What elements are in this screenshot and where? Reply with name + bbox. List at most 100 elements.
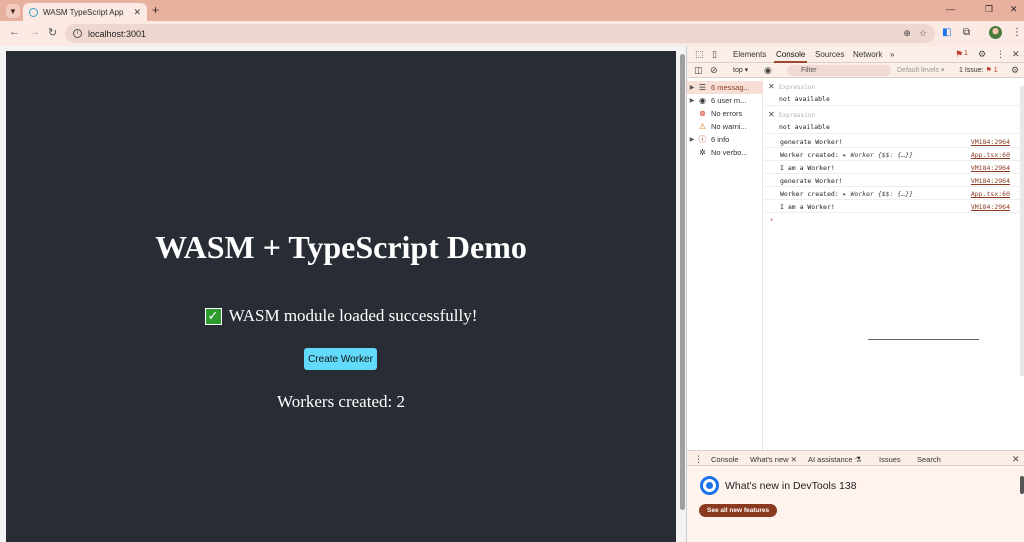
log-source-link[interactable]: VM184:2964	[971, 164, 1010, 172]
console-log-row: I am a Worker! VM184:2964	[764, 161, 1024, 174]
console-sidebar: ▶ ☰ 6 messag... ▶ ◉ 6 user m... ⊗ No err…	[687, 79, 763, 450]
see-all-features-button[interactable]: See all new features	[699, 504, 778, 517]
browser-tab[interactable]: WASM TypeScript App ✕	[23, 3, 147, 21]
sidebar-item-label: No verbo...	[711, 148, 748, 157]
sidebar-item-messages[interactable]: ▶ ☰ 6 messag...	[687, 81, 763, 94]
drawer-tab-console[interactable]: Console	[711, 455, 739, 464]
log-levels-select[interactable]: Default levels ▾	[897, 66, 944, 74]
back-arrow-icon[interactable]: ←	[9, 26, 20, 38]
reload-icon[interactable]: ↻	[48, 26, 57, 39]
issue-count-label: 1 Issue:	[959, 67, 984, 74]
log-source-link[interactable]: App.tsx:60	[971, 190, 1010, 198]
sidebar-item-warnings[interactable]: ⚠ No warni...	[687, 120, 763, 133]
divider	[868, 339, 979, 340]
live-expression: ✕ Expression not available	[764, 107, 1024, 134]
workers-count: Workers created: 2	[277, 392, 405, 411]
new-tab-button[interactable]: +	[152, 3, 159, 17]
context-select[interactable]: top ▾	[733, 66, 748, 74]
chevron-right-icon: ▶	[689, 137, 695, 143]
drawer-tab-whats-new[interactable]: What's new ✕	[747, 455, 800, 468]
react-favicon-icon	[29, 7, 38, 17]
console-scrollbar[interactable]	[1020, 86, 1024, 376]
console-log-row: I am a Worker! VM184:2964	[764, 200, 1024, 213]
address-bar[interactable]: i localhost:3001 ⊕ ☆	[65, 24, 935, 43]
create-worker-button[interactable]: Create Worker	[304, 348, 377, 370]
console-prompt[interactable]: ›	[770, 215, 773, 224]
site-info-icon[interactable]: i	[73, 29, 82, 38]
log-message: I am a Worker!	[780, 203, 835, 211]
close-icon[interactable]: ✕	[133, 7, 141, 18]
more-options-icon[interactable]: ⋮	[996, 49, 1005, 60]
sidebar-toggle-icon[interactable]: ◫	[694, 65, 703, 76]
device-toolbar-icon[interactable]: ▯	[712, 49, 717, 60]
sidebar-item-info[interactable]: ▶ ⓘ 6 info	[687, 133, 763, 146]
issues-flag-icon[interactable]: ⚑	[955, 49, 963, 60]
expression-label[interactable]: Expression	[779, 112, 815, 119]
drawer-tab-issues[interactable]: Issues	[879, 455, 901, 464]
chrome-logo-icon	[700, 476, 719, 495]
filter-placeholder: Filter	[801, 67, 817, 74]
tab-sources[interactable]: Sources	[815, 50, 844, 59]
extensions-puzzle-icon[interactable]: ⧉	[963, 27, 970, 38]
remove-expression-icon[interactable]: ✕	[768, 110, 775, 119]
expression-label[interactable]: Expression	[779, 84, 815, 91]
issue-count-button[interactable]: 1 Issue: ⚑ 1	[959, 66, 998, 74]
live-expression: ✕ Expression not available	[764, 79, 1024, 106]
drawer-tab-search[interactable]: Search	[917, 455, 941, 464]
sidebar-item-user-messages[interactable]: ▶ ◉ 6 user m...	[687, 94, 763, 107]
sidebar-item-label: No warni...	[711, 122, 747, 131]
expandable-object[interactable]: ▸ Worker {$$: {…}}	[843, 151, 913, 159]
console-toolbar: ◫ ⊘ top ▾ ◉ Filter Default levels ▾ 1 Is…	[687, 63, 1024, 78]
tab-network[interactable]: Network	[853, 50, 882, 59]
console-log-row: generate Worker! VM184:2964	[764, 174, 1024, 187]
console-filter-input[interactable]: Filter	[787, 65, 891, 76]
sidebar-item-verbose[interactable]: ✲ No verbo...	[687, 146, 763, 159]
list-icon: ☰	[698, 83, 707, 92]
sidebar-item-label: 6 messag...	[711, 83, 750, 92]
minimize-icon[interactable]: —	[946, 4, 955, 14]
tab-console[interactable]: Console	[773, 50, 808, 63]
app-root: WASM + TypeScript Demo ✓ WASM module loa…	[6, 51, 676, 542]
log-source-link[interactable]: VM184:2964	[971, 138, 1010, 146]
bookmark-star-icon[interactable]: ☆	[919, 28, 927, 39]
more-tabs-button[interactable]: »	[890, 50, 894, 59]
bug-icon: ✲	[699, 148, 706, 157]
close-icon[interactable]: ✕	[1012, 49, 1020, 60]
drawer-scrollbar[interactable]	[1020, 476, 1024, 494]
log-source-link[interactable]: App.tsx:60	[971, 151, 1010, 159]
sidebar-item-errors[interactable]: ⊗ No errors	[687, 107, 763, 120]
zoom-icon[interactable]: ⊕	[903, 28, 911, 39]
check-mark-icon: ✓	[204, 307, 222, 325]
drawer-menu-icon[interactable]: ⋮	[694, 454, 703, 465]
remove-expression-icon[interactable]: ✕	[768, 82, 775, 91]
drawer-tabs: ⋮ Console What's new ✕ AI assistance ⚗ I…	[687, 450, 1024, 468]
tab-elements[interactable]: Elements	[733, 50, 766, 59]
clear-console-icon[interactable]: ⊘	[710, 65, 718, 76]
page-viewport: WASM + TypeScript Demo ✓ WASM module loa…	[0, 46, 686, 542]
log-message: generate Worker!	[780, 138, 843, 146]
gear-icon[interactable]: ⚙	[978, 49, 986, 60]
devtools-panel: ⬚ ▯ Elements Console Sources Network » ⚑…	[686, 46, 1024, 542]
tab-search-button[interactable]: ▼	[6, 4, 20, 18]
profile-avatar[interactable]	[989, 26, 1002, 39]
page-scrollbar[interactable]	[680, 54, 685, 510]
error-icon: ⊗	[699, 109, 706, 118]
browser-menu-icon[interactable]: ⋮	[1012, 27, 1022, 38]
tab-strip: ▼ WASM TypeScript App ✕ + — ❐ ✕	[0, 0, 1024, 21]
log-source-link[interactable]: VM184:2964	[971, 177, 1010, 185]
log-source-link[interactable]: VM184:2964	[971, 203, 1010, 211]
wasm-status: ✓ WASM module loaded successfully!	[6, 306, 676, 326]
expandable-object[interactable]: ▸ Worker {$$: {…}}	[843, 190, 913, 198]
eye-icon[interactable]: ◉	[764, 65, 772, 76]
inspect-element-icon[interactable]: ⬚	[695, 49, 704, 60]
close-drawer-icon[interactable]: ✕	[1012, 454, 1020, 465]
console-settings-icon[interactable]: ⚙	[1011, 65, 1019, 76]
chevron-right-icon: ▶	[689, 85, 695, 91]
chevron-down-icon: ▼	[9, 6, 17, 16]
forward-arrow-icon[interactable]: →	[29, 26, 40, 38]
translate-extension-icon[interactable]: ◧	[942, 27, 951, 38]
window-close-icon[interactable]: ✕	[1010, 4, 1018, 15]
console-output: ✕ Expression not available ✕ Expression …	[764, 79, 1024, 450]
restore-icon[interactable]: ❐	[985, 4, 993, 15]
drawer-tab-ai-assistance[interactable]: AI assistance ⚗	[808, 455, 861, 464]
